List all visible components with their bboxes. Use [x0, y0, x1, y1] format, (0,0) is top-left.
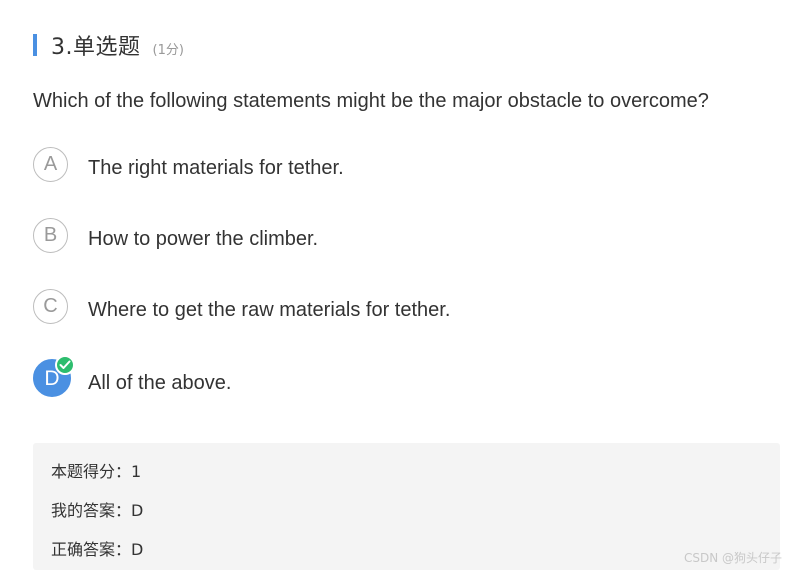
option-letter[interactable]: B	[33, 218, 68, 253]
result-panel: 本题得分：1 我的答案：D 正确答案：D	[33, 443, 780, 570]
score-line: 本题得分：1	[51, 462, 142, 481]
option-letter[interactable]: C	[33, 289, 68, 324]
check-icon	[55, 355, 75, 375]
option-text[interactable]: All of the above.	[88, 372, 231, 395]
watermark: CSDN @狗头仔子	[683, 551, 782, 565]
option-c[interactable]: C Where to get the raw materials for tet…	[33, 289, 733, 329]
question-title: 3.单选题	[51, 35, 141, 60]
accent-bar	[33, 34, 37, 56]
correct-answer-line: 正确答案：D	[51, 540, 144, 559]
question-header: 3.单选题 (1分)	[33, 30, 184, 60]
option-b[interactable]: B How to power the climber.	[33, 218, 733, 258]
option-a[interactable]: A The right materials for tether.	[33, 147, 733, 187]
question-text: Which of the following statements might …	[33, 90, 709, 112]
quiz-page: 3.单选题 (1分) Which of the following statem…	[0, 0, 790, 571]
option-d[interactable]: D All of the above.	[33, 355, 733, 399]
my-answer-line: 我的答案：D	[51, 501, 144, 520]
option-text[interactable]: The right materials for tether.	[88, 157, 344, 180]
option-text[interactable]: How to power the climber.	[88, 228, 318, 251]
option-letter[interactable]: A	[33, 147, 68, 182]
question-score: (1分)	[152, 42, 184, 58]
option-text[interactable]: Where to get the raw materials for tethe…	[88, 299, 450, 322]
